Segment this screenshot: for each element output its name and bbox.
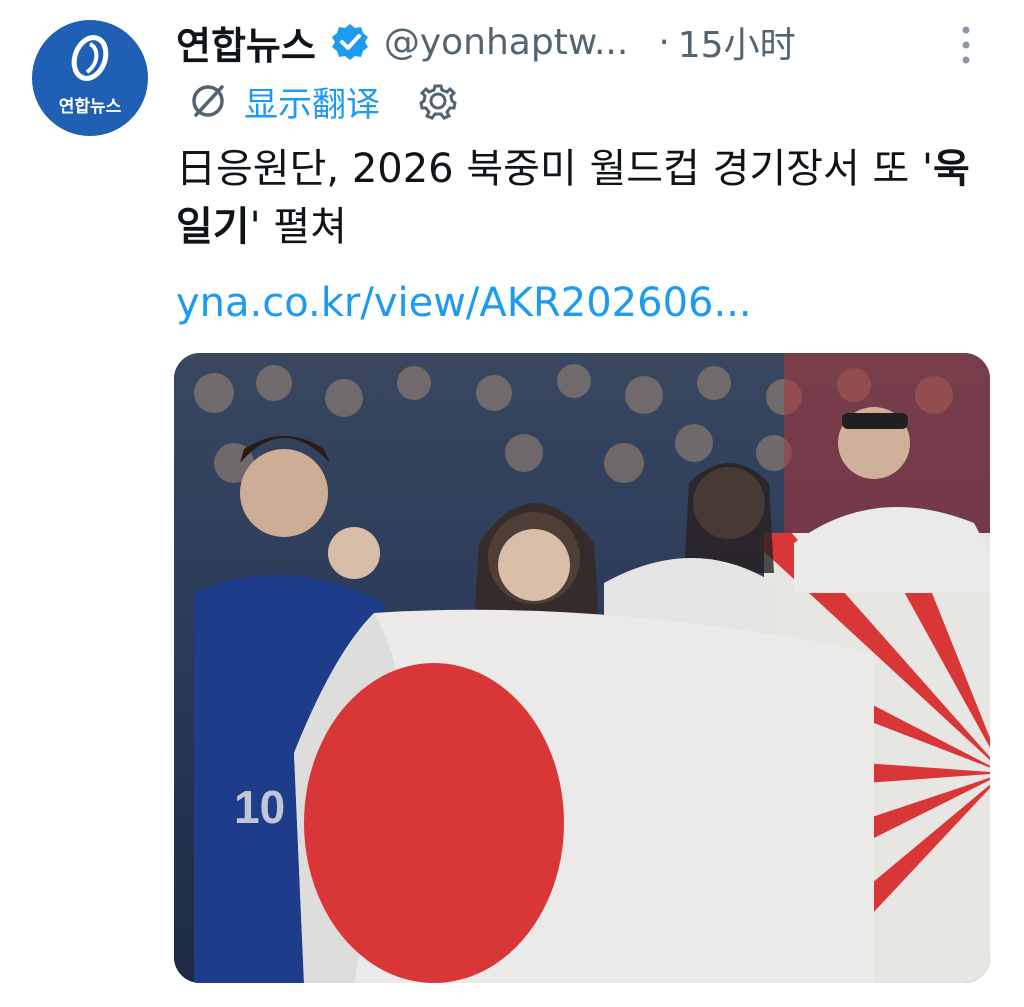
timestamp[interactable]: 15小时 <box>678 16 796 68</box>
avatar[interactable]: 연합뉴스 <box>32 20 148 136</box>
translate-row: 显示翻译 <box>186 76 458 126</box>
separator-dot: · <box>658 21 670 63</box>
display-name[interactable]: 연합뉴스 <box>176 15 316 70</box>
tweet-text: 日응원단, 2026 북중미 월드컵 경기장서 또 '욱일기' 펼쳐 <box>176 140 996 256</box>
tweet-text-part1: 日응원단, 2026 북중미 월드컵 경기장서 또 ' <box>176 146 933 192</box>
logo-mark-icon <box>71 35 109 81</box>
handle[interactable]: @yonhaptw... <box>384 22 628 63</box>
article-link[interactable]: yna.co.kr/view/AKR202606... <box>176 280 752 326</box>
gear-icon[interactable] <box>418 81 458 121</box>
more-options-icon[interactable] <box>958 22 974 68</box>
show-translation-link[interactable]: 显示翻译 <box>244 77 380 126</box>
tweet-media-image[interactable]: 10 <box>174 353 990 983</box>
translate-icon <box>192 85 224 117</box>
avatar-label: 연합뉴스 <box>58 97 122 117</box>
tweet-text-part2: ' 펼쳐 <box>249 204 347 250</box>
tweet-header: 연합뉴스 @yonhaptw... · 15小时 <box>176 14 796 70</box>
verified-icon <box>331 24 368 60</box>
